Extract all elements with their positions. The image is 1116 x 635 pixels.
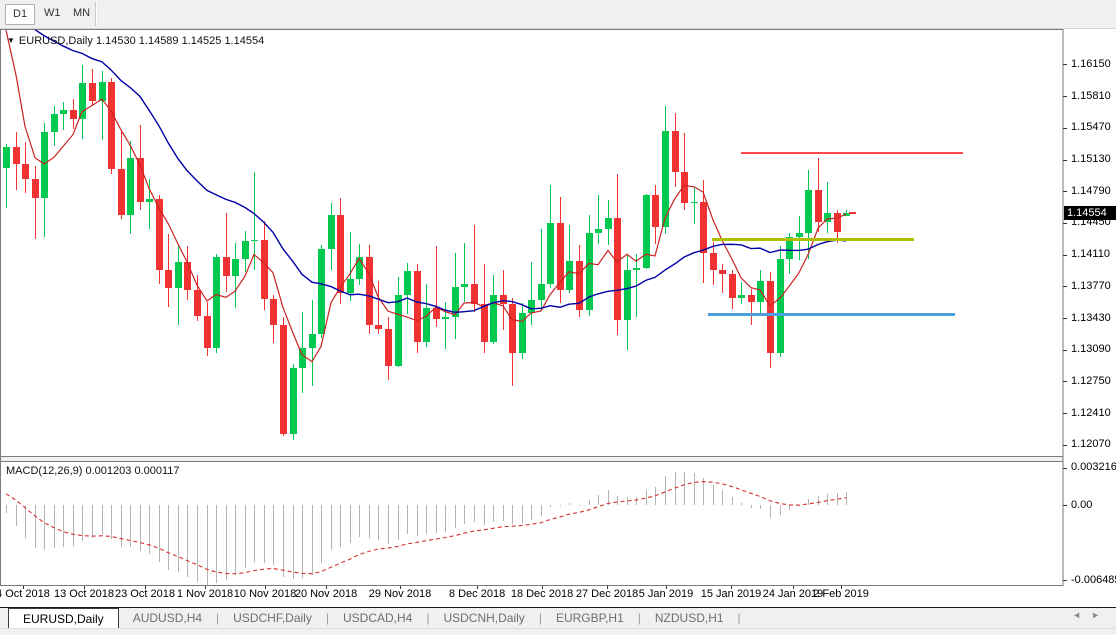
chart-window: ▼ EURUSD,Daily 1.14530 1.14589 1.14525 1.… — [0, 29, 1116, 607]
date-axis-label: 29 Nov 2018 — [368, 588, 432, 600]
macd-signal-value: 0.000117 — [134, 465, 180, 477]
date-axis-label: 4 Oct 2018 — [0, 588, 50, 600]
price-axis-label: 1.14790 — [1071, 184, 1111, 197]
price-axis-label: 1.13090 — [1071, 343, 1111, 356]
chart-symbol-header[interactable]: ▼ EURUSD,Daily 1.14530 1.14589 1.14525 1.… — [7, 35, 264, 47]
date-axis-label: 1 Nov 2018 — [176, 588, 234, 600]
quote-close: 1.14554 — [224, 35, 265, 47]
timeframe-button-mn[interactable]: MN — [66, 4, 97, 23]
current-price-badge: 1.14554 — [1064, 206, 1116, 221]
symbol-label: EURUSD,Daily — [18, 35, 93, 47]
date-axis-label: 15 Jan 2019 — [700, 588, 762, 600]
tab-nzdusd-h1[interactable]: NZDUSD,H1 — [641, 608, 738, 628]
tab-usdchf-daily[interactable]: USDCHF,Daily — [219, 608, 326, 628]
price-axis-label: 1.15810 — [1071, 89, 1111, 102]
chart-canvas[interactable] — [0, 29, 1116, 607]
date-axis-label: 13 Oct 2018 — [54, 588, 114, 600]
tab-eurusd-daily[interactable]: EURUSD,Daily — [8, 608, 119, 629]
price-axis-label: 1.13770 — [1071, 279, 1111, 292]
scroll-left-icon[interactable]: ◄ — [1072, 610, 1091, 620]
macd-indicator-header: MACD(12,26,9) 0.001203 0.000117 — [6, 465, 180, 477]
timeframe-button-w1[interactable]: W1 — [37, 4, 68, 23]
chevron-down-icon: ▼ — [7, 36, 15, 45]
price-axis-label: 1.12750 — [1071, 374, 1111, 387]
date-axis-label: 10 Nov 2018 — [233, 588, 297, 600]
price-axis-label: 1.15470 — [1071, 121, 1111, 134]
timeframe-toolbar: D1 W1 MN — [0, 0, 1116, 29]
date-axis-label: 27 Dec 2018 — [575, 588, 639, 600]
date-axis-label: 5 Jan 2019 — [638, 588, 694, 600]
status-strip — [0, 628, 1116, 635]
price-axis-label: 1.14110 — [1071, 248, 1110, 261]
tab-usdcnh-daily[interactable]: USDCNH,Daily — [429, 608, 538, 628]
macd-axis-label: -0.006485 — [1071, 573, 1116, 586]
date-axis-label: 8 Dec 2018 — [448, 588, 506, 600]
quote-open: 1.14530 — [95, 35, 136, 47]
scroll-right-icon[interactable]: ► — [1091, 610, 1110, 620]
toolbar-separator — [95, 2, 96, 26]
price-axis-label: 1.16150 — [1071, 57, 1111, 70]
date-axis-label: 20 Nov 2018 — [294, 588, 358, 600]
tab-scroll-arrows: ◄► — [1072, 610, 1110, 620]
date-axis-label: 2 Feb 2019 — [813, 588, 869, 600]
timeframe-button-d1[interactable]: D1 — [5, 4, 36, 25]
macd-axis-label: 0.003216 — [1071, 461, 1116, 474]
quote-low: 1.14525 — [181, 35, 222, 47]
price-axis-label: 1.13430 — [1071, 311, 1111, 324]
tab-usdcad-h4[interactable]: USDCAD,H4 — [329, 608, 426, 628]
tab-separator: | — [737, 611, 741, 625]
macd-main-value: 0.001203 — [85, 465, 132, 477]
quote-high: 1.14589 — [138, 35, 179, 47]
macd-axis-label: 0.00 — [1071, 498, 1093, 511]
chart-tab-bar: EURUSD,Daily AUDUSD,H4 | USDCHF,Daily | USDCA… — [0, 607, 1116, 629]
tab-audusd-h4[interactable]: AUDUSD,H4 — [119, 608, 216, 628]
date-axis-label: 23 Oct 2018 — [115, 588, 175, 600]
tab-eurgbp-h1[interactable]: EURGBP,H1 — [542, 608, 638, 628]
date-axis-label: 18 Dec 2018 — [510, 588, 574, 600]
price-axis-label: 1.12070 — [1071, 438, 1111, 451]
price-axis-label: 1.15130 — [1071, 153, 1111, 166]
price-axis-label: 1.12410 — [1071, 406, 1111, 419]
mt4-window: D1 W1 MN ▼ EURUSD,Daily 1.14530 1.14589 1… — [0, 0, 1116, 635]
